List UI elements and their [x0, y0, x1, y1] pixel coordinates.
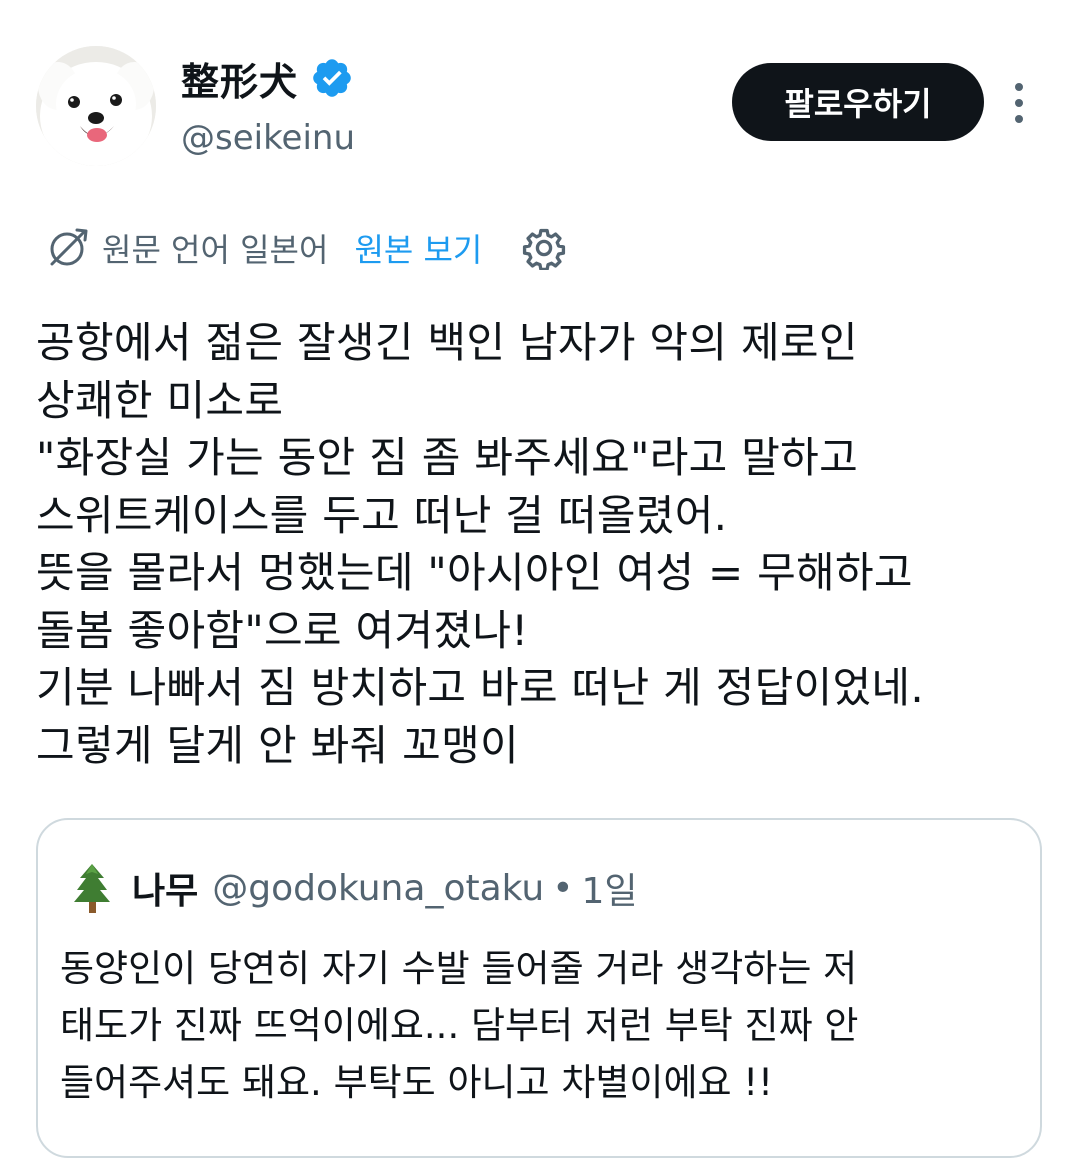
tweet-text-line: 그렇게 달게 안 봐줘 꼬맹이: [36, 720, 519, 770]
author-handle[interactable]: @seikeinu: [181, 118, 355, 158]
tweet-text-line: 기분 나빠서 짐 방치하고 바로 떠난 게 정답이었네.: [36, 663, 925, 712]
source-language-label: 원문 언어 일본어: [102, 231, 329, 269]
tweet-text-line: "화장실 가는 동안 짐 좀 봐주세요"라고 말하고: [36, 433, 859, 482]
dog-avatar-image: [36, 46, 156, 166]
view-original-link[interactable]: 원본 보기: [354, 225, 482, 271]
tweet-text: 공항에서 젊은 잘생긴 백인 남자가 악의 제로인 상쾌한 미소로 "화장실 가…: [36, 314, 1046, 774]
quoted-author-handle[interactable]: @godokuna_otaku: [212, 868, 544, 909]
quoted-author-name[interactable]: 나무: [132, 862, 198, 914]
more-vertical-icon[interactable]: [1004, 82, 1034, 124]
tweet-text-line: 돌봄 좋아함"으로 여겨졌나!: [36, 605, 529, 655]
quoted-text-line: 들어주셔도 돼요. 부탁도 아니고 차별이에요 !!: [60, 1061, 773, 1104]
separator-dot: •: [552, 867, 574, 909]
follow-button[interactable]: 팔로우하기: [732, 63, 984, 141]
tweet-text-line: 뜻을 몰라서 멍했는데 "아시아인 여성 = 무해하고: [36, 548, 913, 597]
author-avatar[interactable]: [36, 46, 156, 166]
tweet-text-line: 공항에서 젊은 잘생긴 백인 남자가 악의 제로인: [36, 318, 858, 367]
quoted-tweet-text: 동양인이 당연히 자기 수발 들어줄 거라 생각하는 저 태도가 진짜 뜨억이에…: [60, 940, 1020, 1111]
author-display-name[interactable]: 整形犬: [181, 51, 298, 106]
quoted-tweet-card[interactable]: 나무 @godokuna_otaku • 1일 동양인이 당연히 자기 수발 들…: [36, 818, 1042, 1158]
tree-icon[interactable]: [72, 862, 112, 914]
author-display-name-row[interactable]: 整形犬: [181, 50, 354, 106]
quoted-timestamp[interactable]: 1일: [581, 862, 637, 914]
quoted-tweet-header: 나무 @godokuna_otaku • 1일: [72, 860, 637, 916]
quoted-text-line: 동양인이 당연히 자기 수발 들어줄 거라 생각하는 저: [60, 947, 858, 990]
verified-badge-icon: [313, 59, 351, 97]
gear-icon[interactable]: [522, 226, 566, 270]
tweet-text-line: 상쾌한 미소로: [36, 375, 284, 425]
translation-bar: 원문 언어 일본어 원본 보기: [44, 220, 566, 276]
tweet-text-line: 스위트케이스를 두고 떠난 걸 떠올렸어.: [36, 490, 728, 540]
translate-icon: [50, 228, 88, 266]
quoted-text-line: 태도가 진짜 뜨억이에요... 담부터 저런 부탁 진짜 안: [60, 1004, 859, 1047]
